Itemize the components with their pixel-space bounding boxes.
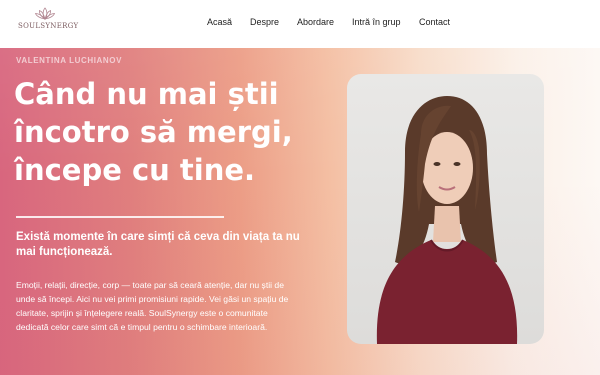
portrait-illustration <box>376 96 518 344</box>
subhead-line: Există momente în care simți că ceva din… <box>16 231 300 243</box>
headline-line: începe cu tine. <box>14 153 256 187</box>
nav-item-acasa[interactable]: Acasă <box>207 17 232 27</box>
body-line: claritate, sprijin și înțelegere reală. … <box>16 308 268 318</box>
hero-divider <box>16 216 224 218</box>
nav-item-abordare[interactable]: Abordare <box>297 17 334 27</box>
body-line: Emoții, relații, direcție, corp — toate … <box>16 280 284 290</box>
nav-item-contact[interactable]: Contact <box>419 17 450 27</box>
body-line: unde să începi. Aici nu vei primi promis… <box>16 294 289 304</box>
nav-item-despre[interactable]: Despre <box>250 17 279 27</box>
body-line: dedicată celor care simt că e timpul pen… <box>16 322 268 332</box>
hero-headline: Când nu mai știi încotro să mergi, încep… <box>14 75 334 189</box>
headline-line: Când nu mai știi <box>14 77 279 111</box>
hero-eyebrow: VALENTINA LUCHIANOV <box>16 56 123 65</box>
hero-subhead: Există momente în care simți că ceva din… <box>16 230 316 260</box>
hero-body: Emoții, relații, direcție, corp — toate … <box>16 278 316 334</box>
main-nav: Acasă Despre Abordare Intră în grup Cont… <box>0 17 600 33</box>
site-header: SOULSYNERGY Acasă Despre Abordare Intră … <box>0 0 600 48</box>
headline-line: încotro să mergi, <box>14 115 293 149</box>
subhead-line: mai funcționează. <box>16 246 113 258</box>
nav-item-intra-in-grup[interactable]: Intră în grup <box>352 17 401 27</box>
portrait-photo <box>347 74 544 344</box>
